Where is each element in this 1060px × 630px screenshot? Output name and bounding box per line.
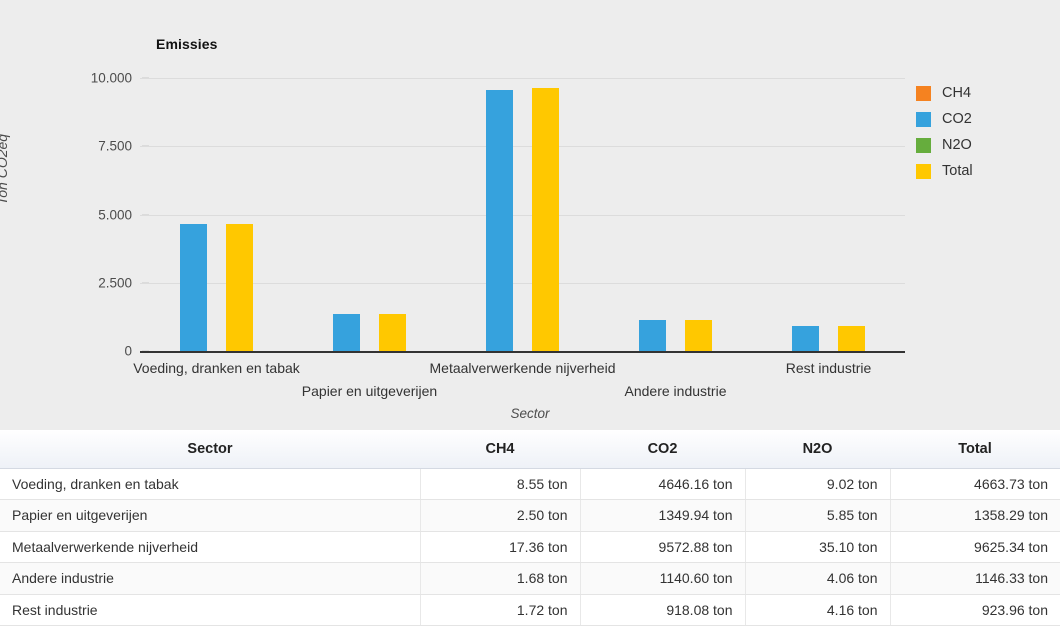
legend-swatch-icon (916, 163, 931, 179)
legend-label: CO2 (942, 111, 972, 127)
cell-ch4: 17.36 ton (420, 531, 581, 563)
chart-panel: Emissies Ton CO2eq 10.000 7.500 5.000 2.500… (0, 0, 1060, 430)
cell-co2: 1140.60 ton (580, 562, 746, 595)
cell-total: 4663.73 ton (890, 468, 1060, 500)
cell-co2: 4646.16 ton (580, 468, 746, 500)
emissions-table: Sector CH4 CO2 N2O Total Voeding, dranke… (0, 430, 1060, 626)
table-row[interactable]: Rest industrie 1.72 ton 918.08 ton 4.16 ton… (0, 594, 1060, 626)
legend-item-total[interactable]: Total (916, 158, 973, 184)
cell-total: 1146.33 ton (890, 562, 1060, 595)
legend-item-co2[interactable]: CO2 (916, 106, 973, 132)
legend-item-ch4[interactable]: CH4 (916, 80, 973, 106)
bar-total-2[interactable] (532, 88, 559, 351)
bar-total-3[interactable] (685, 319, 712, 351)
column-header-sector[interactable]: Sector (0, 430, 420, 469)
table-header-row: Sector CH4 CO2 N2O Total (0, 430, 1060, 469)
y-tick-label: 2.500 (98, 275, 132, 291)
gridline (140, 146, 905, 148)
bar-total-0[interactable] (226, 223, 253, 351)
bar-co2-0[interactable] (180, 224, 207, 351)
bar-co2-3[interactable] (639, 319, 666, 351)
table-row[interactable]: Andere industrie 1.68 ton 1140.60 ton 4.06 … (0, 562, 1060, 595)
legend-label: Total (942, 163, 973, 179)
cell-n2o: 4.16 ton (745, 594, 891, 626)
x-tick-label: Andere industrie (624, 383, 727, 399)
gridline (140, 282, 905, 284)
x-tick-label: Voeding, dranken en tabak (133, 360, 300, 376)
bar-co2-4[interactable] (792, 325, 819, 351)
table-row[interactable]: Voeding, dranken en tabak 8.55 ton 4646.16… (0, 468, 1060, 500)
legend-swatch-icon (916, 137, 931, 153)
column-header-total[interactable]: Total (890, 430, 1060, 469)
cell-co2: 918.08 ton (580, 594, 746, 626)
x-tick-label: Rest industrie (785, 360, 872, 376)
cell-sector: Rest industrie (0, 594, 421, 626)
legend-swatch-icon (916, 111, 931, 127)
cell-ch4: 1.68 ton (420, 562, 581, 595)
cell-co2: 9572.88 ton (580, 531, 746, 563)
gridline (140, 78, 905, 79)
cell-n2o: 9.02 ton (745, 468, 891, 500)
emissions-table-container: Sector CH4 CO2 N2O Total Voeding, dranke… (0, 430, 1060, 630)
bar-total-1[interactable] (379, 313, 406, 351)
y-axis-ticks: 10.000 7.500 5.000 2.500 0 (8, 71, 149, 359)
cell-ch4: 1.72 ton (420, 594, 581, 626)
bar-co2-1[interactable] (333, 314, 360, 351)
chart-title: Emissies (156, 36, 218, 52)
cell-sector: Voeding, dranken en tabak (0, 468, 421, 500)
plot-area (140, 78, 905, 351)
table-row[interactable]: Metaalverwerkende nijverheid 17.36 ton 957… (0, 531, 1060, 563)
x-axis-line (140, 351, 905, 353)
cell-n2o: 4.06 ton (745, 562, 891, 595)
x-tick-label: Papier en uitgeverijen (301, 383, 438, 399)
cell-total: 923.96 ton (890, 594, 1060, 626)
bar-co2-2[interactable] (486, 89, 513, 351)
cell-ch4: 2.50 ton (420, 499, 581, 532)
cell-n2o: 35.10 ton (745, 531, 891, 563)
column-header-n2o[interactable]: N2O (745, 430, 890, 469)
cell-sector: Papier en uitgeverijen (0, 499, 421, 532)
cell-total: 1358.29 ton (890, 499, 1060, 532)
legend-label: CH4 (942, 85, 972, 101)
legend-label: N2O (942, 137, 972, 153)
column-header-co2[interactable]: CO2 (580, 430, 745, 469)
y-tick-label: 7.500 (98, 138, 132, 154)
cell-sector: Metaalverwerkende nijverheid (0, 531, 421, 563)
cell-total: 9625.34 ton (890, 531, 1060, 563)
x-axis-title: Sector (510, 406, 550, 421)
y-tick-label: 10.000 (90, 70, 132, 86)
y-tick-label: 5.000 (98, 207, 132, 222)
cell-co2: 1349.94 ton (580, 499, 746, 532)
chart-legend: CH4 CO2 N2O Total (916, 80, 973, 184)
legend-item-n2o[interactable]: N2O (916, 132, 973, 158)
x-tick-label: Metaalverwerkende nijverheid (429, 360, 616, 376)
bar-total-4[interactable] (838, 325, 865, 351)
cell-ch4: 8.55 ton (420, 468, 581, 500)
y-tick-label: 0 (124, 343, 132, 359)
table-row[interactable]: Papier en uitgeverijen 2.50 ton 1349.94 to… (0, 499, 1060, 532)
legend-swatch-icon (916, 85, 931, 101)
cell-n2o: 5.85 ton (745, 499, 891, 532)
cell-sector: Andere industrie (0, 562, 421, 595)
gridline (140, 214, 905, 216)
column-header-ch4[interactable]: CH4 (420, 430, 580, 469)
